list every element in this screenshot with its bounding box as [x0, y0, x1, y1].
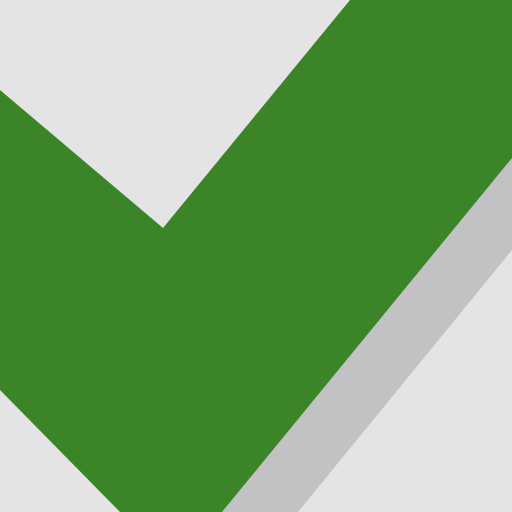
checkmark-icon: [0, 0, 512, 512]
checkmark-icon-canvas: [0, 0, 512, 512]
